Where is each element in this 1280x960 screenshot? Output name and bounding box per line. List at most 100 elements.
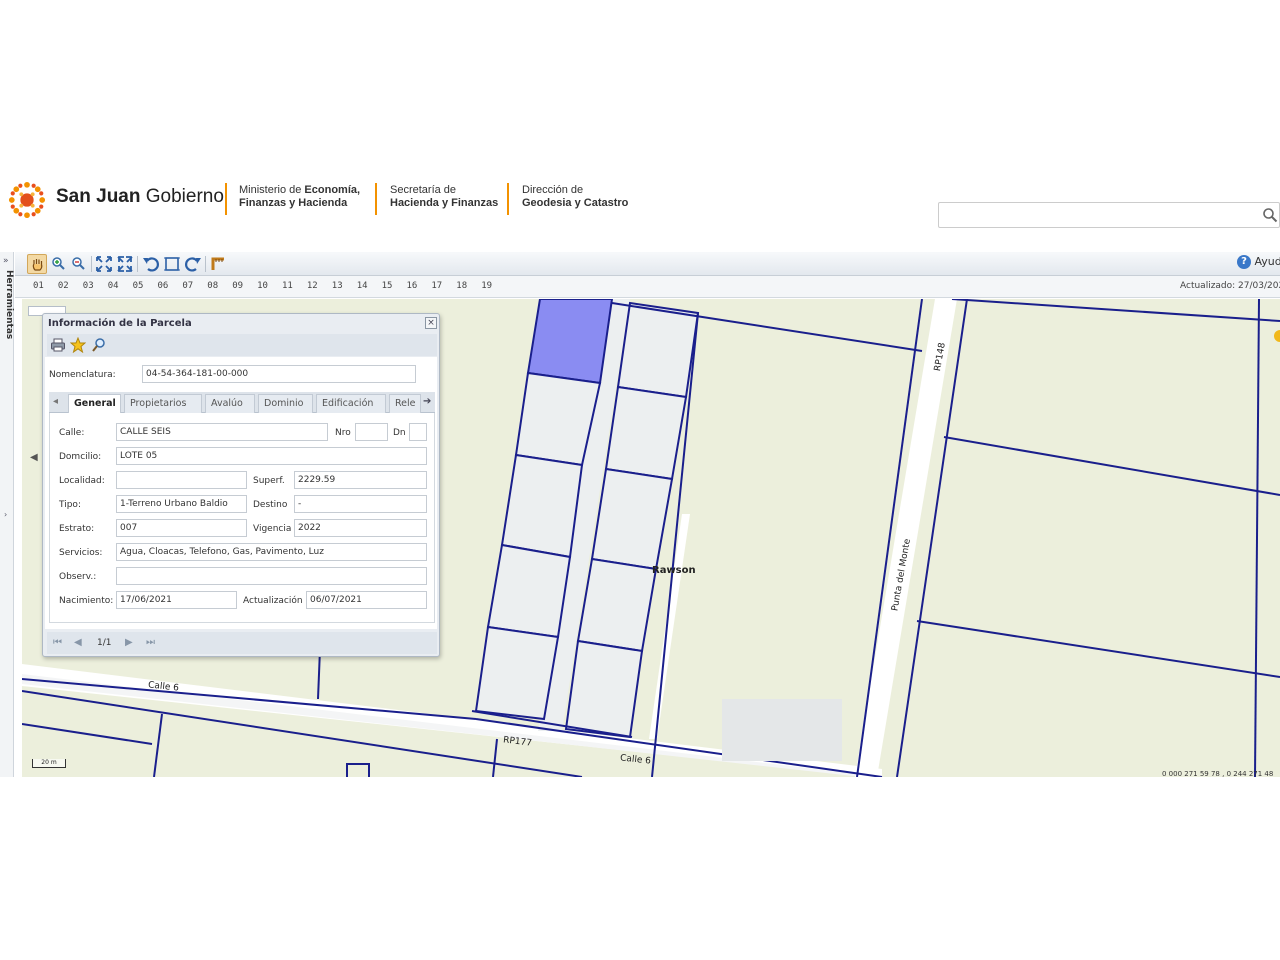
zoom-level-05[interactable]: 05 <box>133 281 144 291</box>
prev-page-icon[interactable]: ◀ <box>74 637 82 648</box>
search-input[interactable] <box>938 202 1280 228</box>
full-extent-icon[interactable] <box>115 254 135 274</box>
last-page-icon[interactable]: ⏭ <box>146 637 155 648</box>
estrato-label: Estrato: <box>59 524 95 534</box>
zoom-in-icon[interactable] <box>49 254 69 274</box>
nomenclatura-field[interactable]: 04-54-364-181-00-000 <box>142 365 416 383</box>
updated-label: Actualizado: 27/03/202 <box>1180 281 1280 291</box>
measure-icon[interactable] <box>208 254 228 274</box>
parcel-lot[interactable] <box>564 639 644 739</box>
san-juan-sun-logo <box>8 181 46 219</box>
observ-field[interactable] <box>116 567 427 585</box>
select-box-icon[interactable] <box>162 254 182 274</box>
domicilio-label: Domcilio: <box>59 452 102 462</box>
parcel-lot[interactable] <box>576 557 658 653</box>
search-icon[interactable] <box>1262 207 1278 223</box>
parcel-lot[interactable] <box>474 625 560 721</box>
zoom-level-17[interactable]: 17 <box>431 281 442 291</box>
toolbar-divider <box>137 256 138 272</box>
zoom-level-19[interactable]: 19 <box>481 281 492 291</box>
zoom-level-15[interactable]: 15 <box>382 281 393 291</box>
parcel-lot[interactable] <box>604 385 688 481</box>
collapse-arrow-icon[interactable]: › <box>4 510 7 519</box>
parcel-lot[interactable] <box>500 453 584 559</box>
estrato-field[interactable]: 007 <box>116 519 247 537</box>
nacimiento-label: Nacimiento: <box>59 596 114 606</box>
zoom-out-icon[interactable] <box>69 254 89 274</box>
actualizacion-label: Actualización <box>243 596 303 606</box>
first-page-icon[interactable]: ⏮ <box>53 637 62 648</box>
zoom-level-13[interactable]: 13 <box>332 281 343 291</box>
undo-icon[interactable] <box>141 254 161 274</box>
tipo-field[interactable]: 1-Terreno Urbano Baldio <box>116 495 247 513</box>
localidad-field[interactable] <box>116 471 247 489</box>
tab-propietarios[interactable]: Propietarios <box>124 394 202 413</box>
zoom-level-02[interactable]: 02 <box>58 281 69 291</box>
close-icon[interactable]: × <box>425 317 437 329</box>
tab-rele[interactable]: Rele <box>389 394 421 413</box>
tab-dominio[interactable]: Dominio <box>258 394 313 413</box>
destino-label: Destino <box>253 500 288 510</box>
zoom-level-18[interactable]: 18 <box>456 281 467 291</box>
actualizacion-field[interactable]: 06/07/2021 <box>306 591 427 609</box>
help-button[interactable]: ? Ayuda <box>1237 255 1280 273</box>
parcel-lot[interactable] <box>590 467 674 571</box>
servicios-label: Servicios: <box>59 548 103 558</box>
pan-tool-icon[interactable] <box>27 254 47 274</box>
calle-field[interactable]: CALLE SEIS <box>116 423 328 441</box>
org-separator <box>375 183 377 215</box>
destino-field[interactable]: - <box>294 495 427 513</box>
zoom-level-10[interactable]: 10 <box>257 281 268 291</box>
tab-scroll-left-icon[interactable]: ◂ <box>53 396 58 407</box>
map-marker-icon[interactable] <box>1274 330 1280 342</box>
org-ministerio: Ministerio de Economía, Finanzas y Hacie… <box>239 184 361 209</box>
building <box>722 699 842 761</box>
domicilio-field[interactable]: LOTE 05 <box>116 447 427 465</box>
print-icon[interactable] <box>50 337 66 353</box>
tab-edificacion[interactable]: Edificación <box>316 394 386 413</box>
tab-general[interactable]: General <box>68 394 121 413</box>
vigencia-label: Vigencia <box>253 524 292 534</box>
zoom-level-04[interactable]: 04 <box>108 281 119 291</box>
zoom-level-12[interactable]: 12 <box>307 281 318 291</box>
zoom-level-03[interactable]: 03 <box>83 281 94 291</box>
brand-bold: San Juan <box>56 186 141 207</box>
zoom-level-14[interactable]: 14 <box>357 281 368 291</box>
dn-label: Dn <box>393 428 406 438</box>
tipo-label: Tipo: <box>59 500 81 510</box>
zoom-level-08[interactable]: 08 <box>207 281 218 291</box>
servicios-field[interactable]: Agua, Cloacas, Telefono, Gas, Pavimento,… <box>116 543 427 561</box>
superf-field[interactable]: 2229.59 <box>294 471 427 489</box>
dn-field[interactable] <box>409 423 427 441</box>
zoom-level-07[interactable]: 07 <box>182 281 193 291</box>
coordinates-readout: 0 000 271 59 78 , 0 244 271 48 <box>1162 770 1274 778</box>
favorite-star-icon[interactable] <box>70 337 86 353</box>
nro-field[interactable] <box>355 423 388 441</box>
parcel-lot[interactable] <box>616 301 700 399</box>
pan-left-icon[interactable]: ◀ <box>30 452 38 463</box>
localidad-label: Localidad: <box>59 476 105 486</box>
zoom-level-16[interactable]: 16 <box>407 281 418 291</box>
vigencia-field[interactable]: 2022 <box>294 519 427 537</box>
redo-icon[interactable] <box>183 254 203 274</box>
superf-label: Superf. <box>253 476 285 486</box>
expand-panel-icon[interactable]: » <box>3 256 9 266</box>
zoom-extent-icon[interactable] <box>94 254 114 274</box>
nro-label: Nro <box>335 428 351 438</box>
locate-search-icon[interactable] <box>91 337 107 353</box>
parcel-selected[interactable] <box>526 299 614 385</box>
toolbar-divider <box>205 256 206 272</box>
nacimiento-field[interactable]: 17/06/2021 <box>116 591 237 609</box>
tab-scroll-right-icon[interactable]: ➔ <box>423 396 431 407</box>
org-separator <box>507 183 509 215</box>
parcel-info-title: Información de la Parcela <box>48 318 192 329</box>
parcel-lot[interactable] <box>486 543 572 639</box>
zoom-level-01[interactable]: 01 <box>33 281 44 291</box>
tab-avaluo[interactable]: Avalúo <box>205 394 255 413</box>
zoom-levels-bar <box>15 276 1280 298</box>
zoom-level-06[interactable]: 06 <box>158 281 169 291</box>
zoom-level-11[interactable]: 11 <box>282 281 293 291</box>
brand-name[interactable]: San Juan Gobierno <box>56 186 224 208</box>
zoom-level-09[interactable]: 09 <box>232 281 243 291</box>
next-page-icon[interactable]: ▶ <box>125 637 133 648</box>
